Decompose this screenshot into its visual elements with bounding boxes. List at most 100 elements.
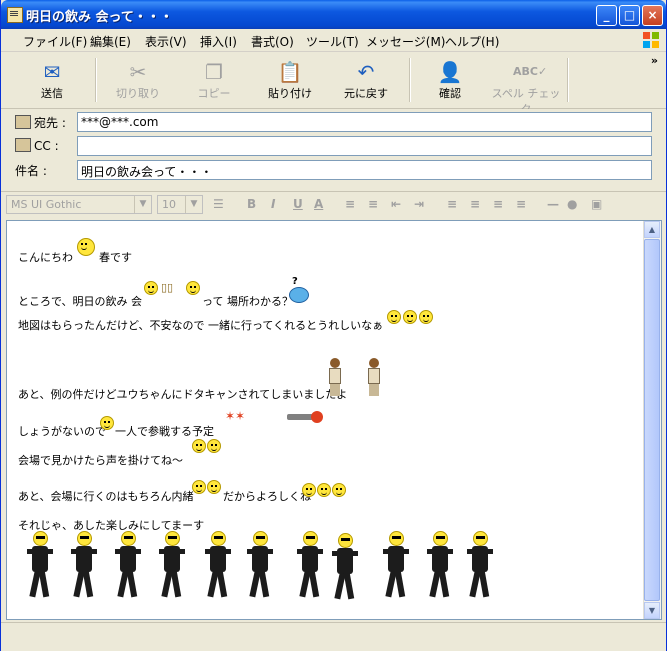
- undo-icon: ↶: [357, 60, 375, 84]
- cc-field[interactable]: [77, 136, 652, 156]
- body-line-5: しょうがないので: [18, 425, 106, 438]
- hyperlink-icon[interactable]: ●: [567, 197, 577, 211]
- main-toolbar: ✉ 送信 ✂ 切り取り ❐ コピー 📋 貼り付け ↶ 元に戻す 👤 確認 ABC…: [1, 52, 666, 116]
- subject-field[interactable]: 明日の飲み会って・・・: [77, 160, 652, 180]
- menu-message[interactable]: メッセージ(M): [366, 33, 445, 50]
- increase-indent-icon[interactable]: ⇥: [414, 197, 424, 211]
- numbered-list-icon[interactable]: ≡: [345, 197, 355, 211]
- scroll-thumb[interactable]: [644, 239, 660, 601]
- laughing-smiley-icon: [317, 483, 331, 497]
- menu-tools[interactable]: ツール(T): [306, 33, 359, 50]
- laughing-smiley-icon: [332, 483, 346, 497]
- align-right-icon[interactable]: ≡: [493, 197, 503, 211]
- message-icon: [7, 7, 23, 23]
- underline-icon[interactable]: U: [293, 197, 303, 211]
- email-compose-window: 明日の飲み 会って・・・ _ □ × ファイル(F) 編集(E) 表示(V) 挿…: [0, 0, 667, 651]
- gun-icon: [287, 414, 313, 420]
- bang-icon: [311, 411, 323, 423]
- menu-view[interactable]: 表示(V): [145, 33, 187, 50]
- chevron-down-icon: ▼: [185, 196, 202, 213]
- whisper-smiley-icon: [192, 480, 206, 494]
- align-left-icon[interactable]: ≡: [447, 197, 457, 211]
- copy-button[interactable]: ❐ コピー: [177, 55, 251, 103]
- spell-check-button[interactable]: ABC✓ スペル チェック: [489, 55, 563, 116]
- dancing-man-icon: [205, 531, 231, 599]
- send-icon: ✉: [43, 60, 61, 84]
- scroll-down-icon[interactable]: ▼: [644, 602, 660, 619]
- check-names-button[interactable]: 👤 確認: [413, 55, 487, 103]
- windows-logo-icon: [643, 32, 659, 48]
- copy-icon: ❐: [205, 60, 223, 84]
- decrease-indent-icon[interactable]: ⇤: [391, 197, 401, 211]
- address-book-icon: [15, 115, 31, 129]
- body-line-2: ところで、明日の飲み 会: [18, 295, 143, 308]
- menu-file[interactable]: ファイル(F): [23, 33, 87, 50]
- menu-format[interactable]: 書式(O): [251, 33, 294, 50]
- group-smiley-icon: [207, 439, 221, 453]
- to-label[interactable]: 宛先 :: [15, 114, 66, 131]
- body-line-4: あと、例の件だけどユウちゃんにドタキャンされてしまいましたよ: [18, 388, 348, 401]
- scissors-icon: ✂: [129, 60, 147, 84]
- dancing-man-icon: [332, 533, 358, 601]
- bowing-man-icon: [365, 358, 383, 396]
- insert-picture-icon[interactable]: ▣: [591, 197, 602, 211]
- sad-smiley-icon: [100, 416, 114, 430]
- question-mark-icon: ?: [292, 276, 298, 287]
- dancing-man-icon: [71, 531, 97, 599]
- vertical-scrollbar[interactable]: ▲ ▼: [643, 221, 661, 619]
- group-smiley-icon: [192, 439, 206, 453]
- menu-help[interactable]: ヘルプ(H): [445, 33, 499, 50]
- dancing-man-icon: [467, 531, 493, 599]
- worried-smiley-icon: [419, 310, 433, 324]
- cc-label[interactable]: CC :: [15, 138, 59, 153]
- dancing-man-icon: [159, 531, 185, 599]
- minimize-button[interactable]: _: [596, 5, 617, 26]
- italic-icon[interactable]: I: [271, 197, 275, 211]
- abc-check-icon: ABC✓: [513, 65, 548, 78]
- whisper-smiley-icon: [207, 480, 221, 494]
- undo-button[interactable]: ↶ 元に戻す: [329, 55, 403, 103]
- paste-button[interactable]: 📋 貼り付け: [253, 55, 327, 103]
- justify-icon[interactable]: ≡: [516, 197, 526, 211]
- menu-bar: ファイル(F) 編集(E) 表示(V) 挿入(I) 書式(O) ツール(T) メ…: [1, 29, 666, 52]
- body-line-1: こんにちわ: [18, 251, 73, 264]
- globe-icon: [289, 287, 309, 303]
- cut-button[interactable]: ✂ 切り取り: [101, 55, 175, 103]
- body-line-6: 会場で見かけたら声を掛けてね～: [18, 454, 183, 467]
- title-bar: 明日の飲み 会って・・・ _ □ ×: [1, 0, 666, 29]
- font-select[interactable]: MS UI Gothic ▼: [6, 195, 152, 214]
- bold-icon[interactable]: B: [247, 197, 256, 211]
- font-size-select[interactable]: 10 ▼: [157, 195, 203, 214]
- window-title: 明日の飲み 会って・・・: [26, 10, 173, 25]
- message-header: 宛先 : ***@***.com CC : 件名 : 明日の飲み会って・・・: [1, 109, 666, 189]
- laughing-smiley-icon: [302, 483, 316, 497]
- subject-label: 件名 :: [15, 164, 47, 178]
- message-body[interactable]: こんにちわ 春です ところで、明日の飲み 会 ▯▯ って 場所わかる？ ? 地図…: [6, 220, 662, 620]
- dancing-man-icon: [27, 531, 53, 599]
- align-center-icon[interactable]: ≡: [470, 197, 480, 211]
- dancing-man-icon: [297, 531, 323, 599]
- sparkle-icon: ✶✶: [225, 409, 246, 423]
- scroll-up-icon[interactable]: ▲: [644, 221, 660, 238]
- close-button[interactable]: ×: [642, 5, 663, 26]
- maximize-button[interactable]: □: [619, 5, 640, 26]
- worried-smiley-icon: [387, 310, 401, 324]
- beer-mug-icon: ▯▯: [161, 281, 174, 294]
- dancing-man-icon: [247, 531, 273, 599]
- paragraph-style-icon[interactable]: ☰: [213, 197, 224, 211]
- formatting-toolbar: MS UI Gothic ▼ 10 ▼ ☰ B I U A ≡ ≡ ⇤ ⇥ ≡ ≡ …: [1, 191, 666, 218]
- address-book-icon: [15, 138, 31, 152]
- toolbar-overflow-icon[interactable]: »: [651, 54, 658, 67]
- font-color-icon[interactable]: A: [314, 197, 323, 211]
- horizontal-line-icon[interactable]: —: [547, 197, 559, 211]
- menu-insert[interactable]: 挿入(I): [200, 33, 237, 50]
- drinking-smiley-icon: [186, 281, 200, 295]
- body-line-7: あと、会場に行くのはもちろん内緒: [18, 490, 194, 503]
- worried-smiley-icon: [403, 310, 417, 324]
- bullet-list-icon[interactable]: ≡: [368, 197, 378, 211]
- dancing-man-icon: [427, 531, 453, 599]
- to-field[interactable]: ***@***.com: [77, 112, 652, 132]
- menu-edit[interactable]: 編集(E): [90, 33, 131, 50]
- send-button[interactable]: ✉ 送信: [15, 55, 89, 103]
- body-line-3: 地図はもらったんだけど、不安なので 一緒に行ってくれるとうれしいなぁ: [18, 319, 384, 332]
